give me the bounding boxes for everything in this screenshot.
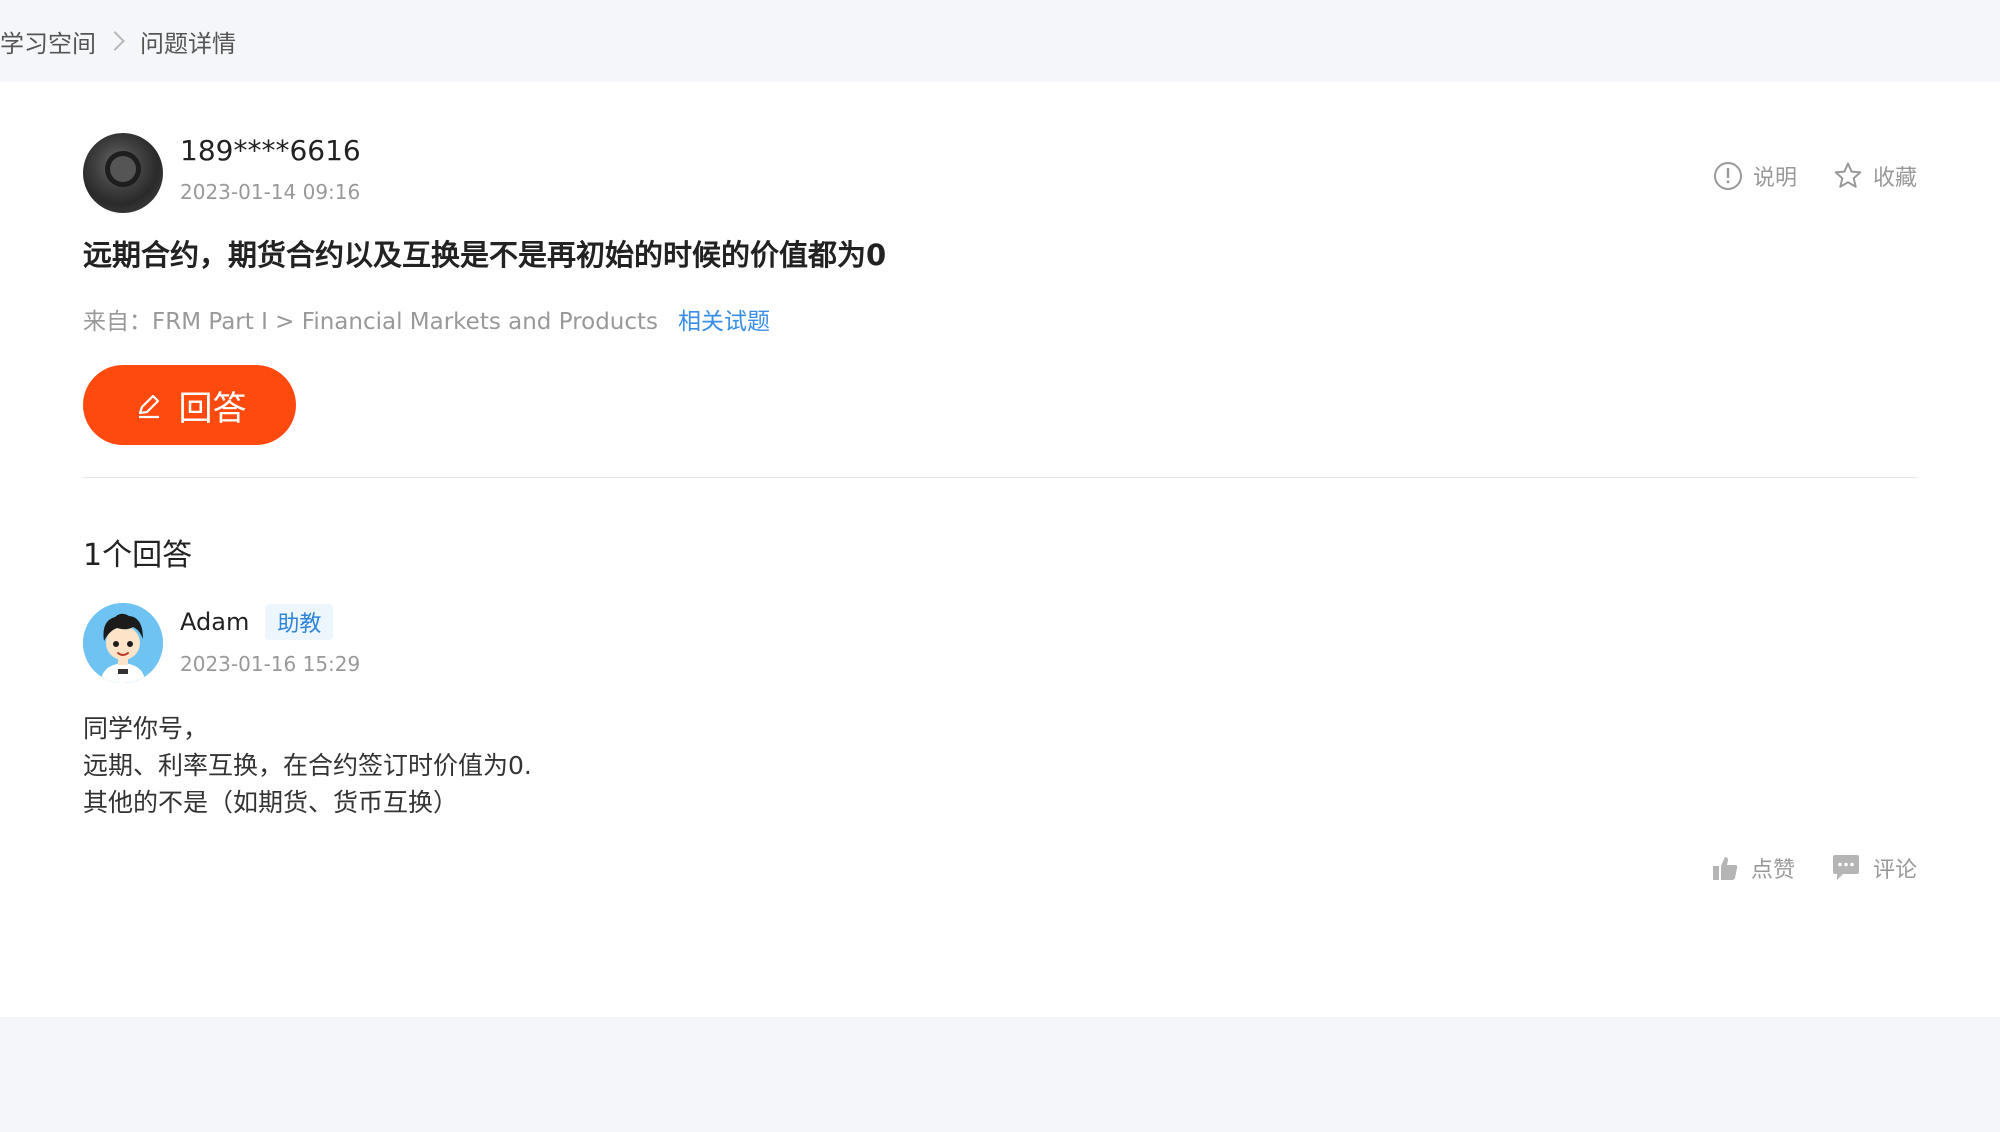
favorite-label: 收藏 [1872,166,1917,191]
answer-line: 远期、利率互换，在合约签订时价值为0. [83,751,532,780]
answer-timestamp: 2023-01-16 15:29 [180,652,361,676]
like-label: 点赞 [1750,858,1795,883]
breadcrumb: 学习空间 问题详情 [0,0,236,82]
source-text: 来自：FRM Part I > Financial Markets and Pr… [83,309,659,335]
explain-button[interactable]: 说明 [1713,160,1797,192]
pen-icon [138,394,159,419]
answerer-username: Adam [180,608,250,636]
divider [83,477,1917,478]
answer-line: 其他的不是（如期货、货币互换） [83,788,459,817]
question-title: 远期合约，期货合约以及互换是不是再初始的时候的价值都为0 [83,238,887,272]
thumbs-up-icon [1712,857,1738,880]
role-badge: 助教 [265,604,334,640]
question-source: 来自：FRM Part I > Financial Markets and Pr… [83,302,770,336]
breadcrumb-root-link[interactable]: 学习空间 [0,24,96,59]
comment-label: 评论 [1872,858,1917,883]
comment-bubble-icon [1832,855,1859,880]
star-icon [1834,162,1862,188]
favorite-button[interactable]: 收藏 [1833,160,1917,192]
chevron-right-icon [105,31,125,51]
asker-username: 189****6616 [180,134,361,167]
breadcrumb-current: 问题详情 [140,29,236,58]
like-button[interactable]: 点赞 [1711,852,1795,884]
explain-label: 说明 [1752,166,1797,191]
answer-body: 同学你号， 远期、利率互换，在合约签订时价值为0. 其他的不是（如期货、货币互换… [83,710,532,821]
question-actions: 说明 收藏 [1677,160,1917,192]
cartoon-boy-icon [83,603,163,683]
comment-button[interactable]: 评论 [1831,852,1917,884]
answerer-avatar[interactable] [83,603,163,683]
answer-button[interactable]: 回答 [83,365,296,445]
asker-avatar[interactable] [83,133,163,213]
answer-actions: 点赞 评论 [1675,852,1917,884]
question-timestamp: 2023-01-14 09:16 [180,180,361,204]
answerer-info: Adam 助教 [180,604,334,640]
info-circle-icon [1713,162,1742,190]
question-card: 189****6616 2023-01-14 09:16 说明 收藏 远期合约，… [0,82,2000,1017]
steering-wheel-icon [105,151,141,187]
answer-line: 同学你号， [83,714,209,743]
answer-button-label: 回答 [178,389,247,428]
related-questions-link[interactable]: 相关试题 [678,309,770,335]
answer-count: 1个回答 [83,538,193,573]
